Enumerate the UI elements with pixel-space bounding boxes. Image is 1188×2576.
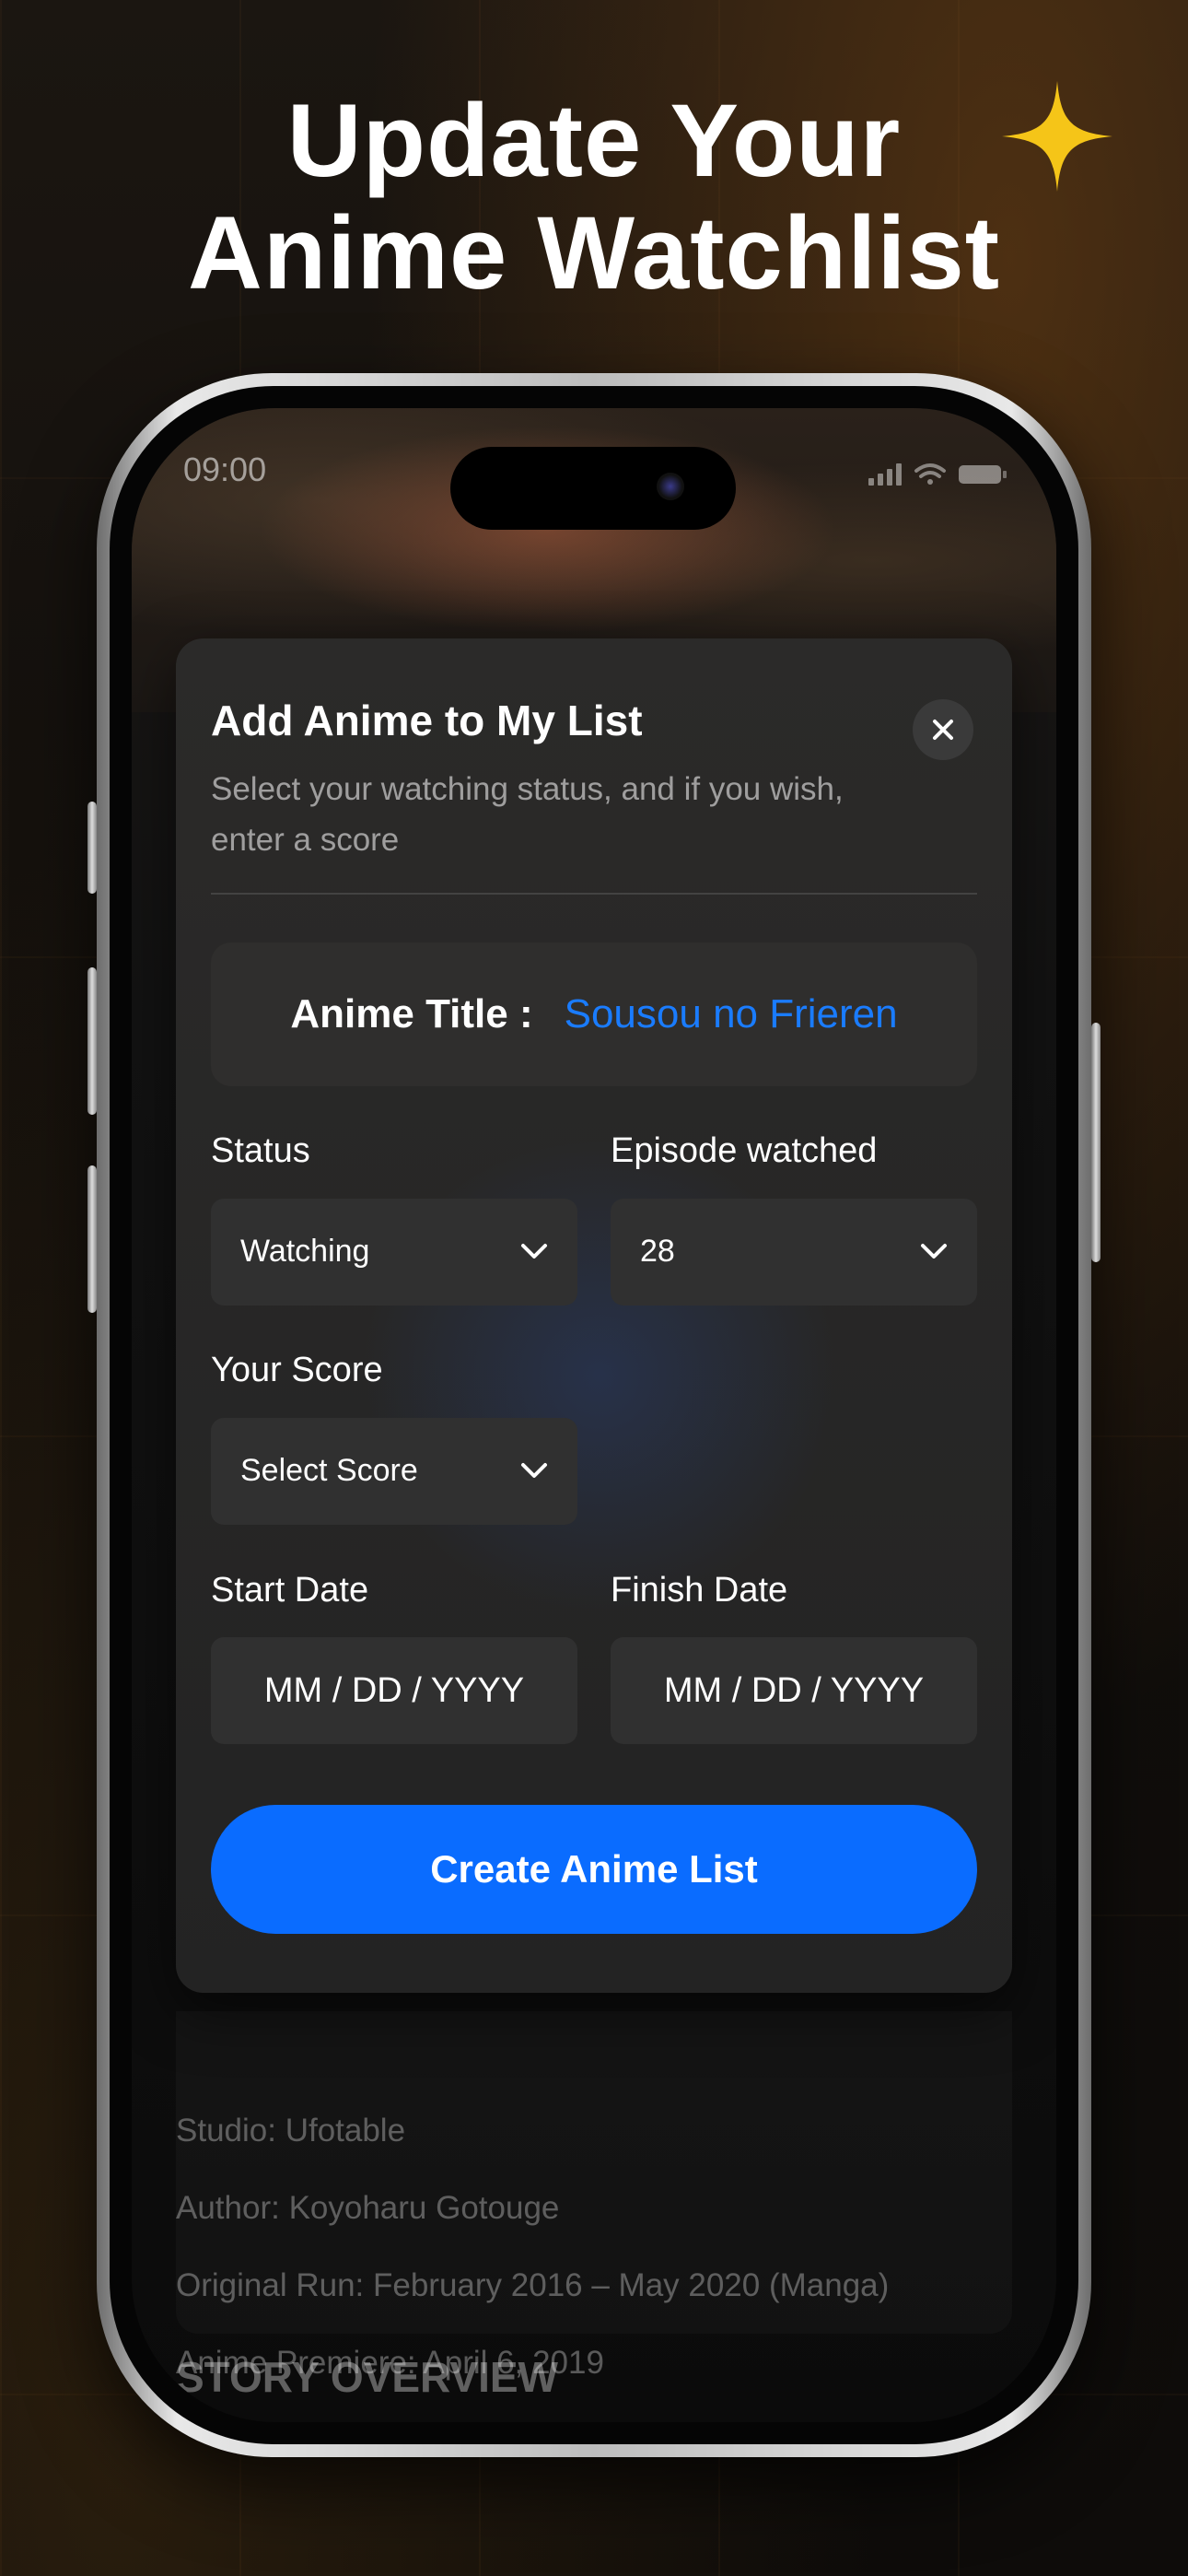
episode-label: Episode watched [611, 1131, 878, 1170]
story-overview-heading: STORY OVERVIEW [176, 2353, 558, 2401]
signal-icon [868, 463, 902, 486]
episode-select-value: 28 [640, 1234, 675, 1269]
finish-date-input[interactable]: MM / DD / YYYY [611, 1637, 977, 1744]
modal-glow [342, 1118, 857, 1633]
anime-title-box: Anime Title : Sousou no Frieren [211, 943, 977, 1086]
create-anime-list-button[interactable]: Create Anime List [211, 1805, 977, 1934]
finish-date-label: Finish Date [611, 1571, 788, 1610]
sparkle-icon [1002, 81, 1112, 192]
start-date-input[interactable]: MM / DD / YYYY [211, 1637, 577, 1744]
detail-studio: Studio: Ufotable [176, 2113, 406, 2149]
action-button [87, 802, 97, 894]
modal-subtitle: Select your watching status, and if you … [211, 771, 844, 858]
volume-up-button [87, 967, 97, 1115]
chevron-down-icon [521, 1244, 547, 1259]
chevron-down-icon [521, 1463, 547, 1478]
episode-select[interactable]: 28 [611, 1199, 977, 1306]
close-icon [933, 720, 953, 740]
volume-down-button [87, 1165, 97, 1313]
modal-title: Add Anime to My List [211, 697, 643, 744]
headline-line-2: Anime Watchlist [187, 195, 1001, 310]
score-select[interactable]: Select Score [211, 1418, 577, 1525]
status-label: Status [211, 1131, 310, 1170]
wifi-icon [914, 463, 946, 485]
anime-title-value[interactable]: Sousou no Frieren [565, 991, 898, 1037]
close-button[interactable] [913, 699, 973, 760]
status-icons [868, 463, 1007, 486]
camera-icon [657, 473, 684, 500]
chevron-down-icon [921, 1244, 947, 1259]
status-select[interactable]: Watching [211, 1199, 577, 1306]
phone-frame: 09:00 Studio: Ufotable Author: Koyoharu … [87, 373, 1101, 2457]
add-anime-modal: Add Anime to My List Select your watchin… [176, 638, 1012, 1993]
start-date-label: Start Date [211, 1571, 369, 1610]
power-button [1091, 1023, 1101, 1262]
status-time: 09:00 [183, 451, 267, 488]
status-select-value: Watching [240, 1234, 370, 1269]
phone-screen: 09:00 Studio: Ufotable Author: Koyoharu … [132, 408, 1056, 2422]
battery-icon [959, 465, 1007, 484]
detail-author: Author: Koyoharu Gotouge [176, 2190, 560, 2226]
detail-original-run: Original Run: February 2016 – May 2020 (… [176, 2267, 890, 2303]
modal-divider [211, 893, 977, 895]
score-label: Your Score [211, 1351, 383, 1389]
dynamic-island [450, 447, 736, 530]
score-select-value: Select Score [240, 1453, 418, 1488]
anime-title-label: Anime Title : [290, 991, 533, 1036]
